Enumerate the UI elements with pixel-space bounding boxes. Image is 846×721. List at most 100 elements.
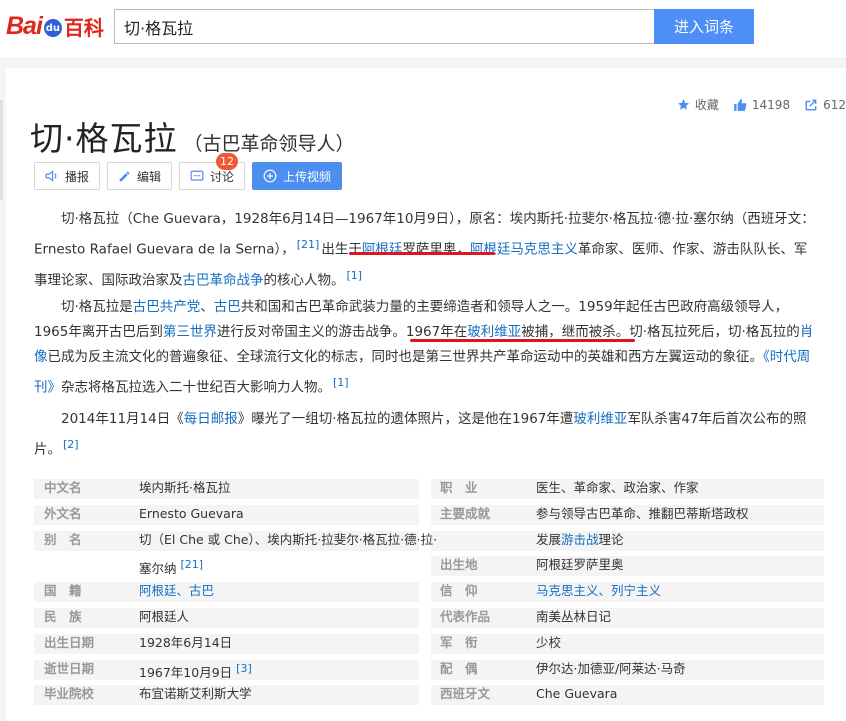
info-row: 国 籍 阿根廷、古巴 信 仰 马克思主义、列宁主义 <box>34 578 824 604</box>
like-button[interactable]: 14198 <box>733 98 790 112</box>
p1-text-e: 的核心人物。 <box>263 272 345 288</box>
link-leninism[interactable]: 列宁主义 <box>611 583 661 598</box>
info-value: 阿根廷罗萨里奥 <box>536 557 624 573</box>
p2-text-a: 切·格瓦拉是 <box>61 299 133 315</box>
upload-video-label: 上传视频 <box>283 169 332 184</box>
info-row: 别 名 切（El Che 或 Che）、埃内斯托·拉斐尔·格瓦拉·德·拉· 发展… <box>34 527 824 553</box>
info-text: 1967年10月9日 <box>139 664 233 680</box>
link-cuban-revolution[interactable]: 古巴革命战争 <box>183 272 264 288</box>
info-value: 伊尔达·加德亚/阿莱达·马奇 <box>536 660 686 676</box>
thumbs-up-icon <box>734 98 747 111</box>
info-label: 主要成就 <box>440 505 491 521</box>
link-cuba[interactable]: 古巴 <box>214 299 241 315</box>
reference-link[interactable]: [3] <box>236 662 252 675</box>
p2-text-b: 、 <box>200 299 214 315</box>
info-value: 参与领导古巴革命、推翻巴蒂斯塔政权 <box>536 505 749 521</box>
info-label: 职 业 <box>440 480 478 495</box>
link-marxism[interactable]: 马克思主义 <box>536 583 599 598</box>
p2-text-h: 已成为反主流文化的普遍象征、全球流行文化的标志，同时也是第三世界共产革命运动中的… <box>47 349 764 365</box>
info-label: 配 偶 <box>440 660 478 676</box>
info-value: Ernesto Guevara <box>139 505 244 521</box>
info-label: 中文名 <box>44 480 82 495</box>
info-text: 塞尔纳 <box>139 561 177 577</box>
info-row: 塞尔纳 [21] 出生地 阿根廷罗萨里奥 <box>34 552 824 578</box>
link-cuban-communist-party[interactable]: 古巴共产党 <box>133 299 201 315</box>
collect-button[interactable]: 收藏 <box>677 96 719 113</box>
reference-link[interactable]: [1] <box>347 269 363 282</box>
info-value: 切（El Che 或 Che）、埃内斯托·拉斐尔·格瓦拉·德·拉· <box>139 531 438 547</box>
info-label: 出生地 <box>440 557 478 573</box>
p3-text-b: 》曝光了一组切·格瓦拉的遗体照片，这是他在1967年遭 <box>237 411 574 427</box>
link-major[interactable]: 少校 <box>536 630 561 656</box>
basic-info-table: 中文名 埃内斯托·格瓦拉 职 业 医生、革命家、政治家、作家 外文名 Ernes… <box>34 475 824 707</box>
info-label: 别 名 <box>44 531 82 547</box>
info-value: Che Guevara <box>536 686 618 702</box>
plus-circle-icon <box>263 169 277 183</box>
p2-text-e: 1967年在 <box>405 324 468 340</box>
red-underline-annotation <box>349 252 495 255</box>
info-label: 国 籍 <box>44 583 82 599</box>
info-value: 医生、革命家、政治家、作家 <box>536 480 699 495</box>
link-third-world[interactable]: 第三世界 <box>163 324 217 340</box>
reference-link[interactable]: [1] <box>333 376 349 389</box>
reference-link[interactable]: [21] <box>297 238 320 251</box>
link-bolivia[interactable]: 玻利维亚 <box>467 324 521 340</box>
link-bolivia[interactable]: 玻利维亚 <box>573 411 627 427</box>
summary-paragraph-3: 2014年11月14日《每日邮报》曝光了一组切·格瓦拉的遗体照片，这是他在196… <box>34 407 820 463</box>
discuss-count-badge: 12 <box>216 153 239 170</box>
info-label: 西班牙文 <box>440 686 491 702</box>
edit-button[interactable]: 编辑 <box>107 162 173 190</box>
reference-link[interactable]: [21] <box>181 558 204 571</box>
info-row: 出生日期 1928年6月14日 军 衔 少校 <box>34 630 824 656</box>
link-university-of-buenos-aires[interactable]: 布宜诺斯艾利斯大学 <box>139 681 252 707</box>
link-argentine-marxism[interactable]: 阿根廷马克思主义 <box>470 242 578 258</box>
info-label: 民 族 <box>44 608 82 624</box>
enter-entry-button[interactable]: 进入词条 <box>654 9 754 44</box>
link-argentina[interactable]: 阿根廷 <box>362 242 403 258</box>
info-value: 阿根廷人 <box>139 608 190 624</box>
upload-video-button[interactable]: 上传视频 <box>252 162 343 190</box>
reference-link[interactable]: [2] <box>63 438 79 451</box>
chat-icon <box>190 170 204 181</box>
info-row: 外文名 Ernesto Guevara 主要成就 参与领导古巴革命、推翻巴蒂斯塔… <box>34 501 824 527</box>
row-background <box>431 556 824 577</box>
page-title: 切·格瓦拉 <box>30 119 178 158</box>
info-label: 代表作品 <box>440 608 491 624</box>
info-value: 发展游击战理论 <box>536 527 624 553</box>
title-line: 切·格瓦拉 （古巴革命领导人） <box>30 112 355 160</box>
search-input[interactable] <box>114 9 655 44</box>
speaker-icon <box>45 170 57 182</box>
summary-paragraph-2: 切·格瓦拉是古巴共产党、古巴共和国和古巴革命武装力量的主要缔造者和领导人之一。1… <box>34 295 820 401</box>
link-motorcycle-diaries[interactable]: 南美丛林日记 <box>536 604 611 630</box>
logo-baike-text: 百科 <box>63 15 104 40</box>
separator: 、 <box>598 583 612 599</box>
row-background <box>431 633 824 654</box>
link-cuba[interactable]: 古巴 <box>189 583 214 598</box>
link-daily-mail[interactable]: 每日邮报 <box>184 411 238 427</box>
share-button[interactable]: 612 <box>804 98 846 112</box>
p1-text-c: 罗萨里奥， <box>402 241 470 258</box>
star-icon <box>677 99 689 110</box>
p2-text-f: 被捕，继而被杀。 <box>521 324 630 340</box>
info-value: 塞尔纳 [21] <box>139 552 203 578</box>
like-count: 14198 <box>751 97 791 112</box>
info-row: 毕业院校 布宜诺斯艾利斯大学 西班牙文 Che Guevara <box>34 681 824 707</box>
sidebar-edge <box>0 100 3 200</box>
discuss-button[interactable]: 讨论 12 <box>179 153 246 190</box>
entry-stats: 收藏 14198 612 <box>663 96 846 113</box>
link-argentina[interactable]: 阿根廷 <box>139 583 177 598</box>
info-value: 马克思主义、列宁主义 <box>536 578 661 604</box>
baidu-baike-logo[interactable]: Bai du 百科 <box>6 8 104 44</box>
link-guerrilla-warfare[interactable]: 游击战 <box>561 532 599 547</box>
info-label: 出生日期 <box>44 634 95 650</box>
info-row: 逝世日期 1967年10月9日 [3] 配 偶 伊尔达·加德亚/阿莱达·马奇 <box>34 656 824 682</box>
info-row: 中文名 埃内斯托·格瓦拉 职 业 医生、革命家、政治家、作家 <box>34 475 824 501</box>
p3-text-a: 2014年11月14日《 <box>61 411 184 427</box>
red-underline-annotation <box>410 339 635 342</box>
page-subtitle: （古巴革命领导人） <box>183 133 355 155</box>
report-button[interactable]: 播报 <box>34 162 101 190</box>
action-bar: 播报 编辑 讨论 12 上传视频 <box>34 153 349 190</box>
paw-icon: du <box>43 19 62 37</box>
pencil-icon <box>119 171 130 181</box>
row-background <box>34 607 419 628</box>
